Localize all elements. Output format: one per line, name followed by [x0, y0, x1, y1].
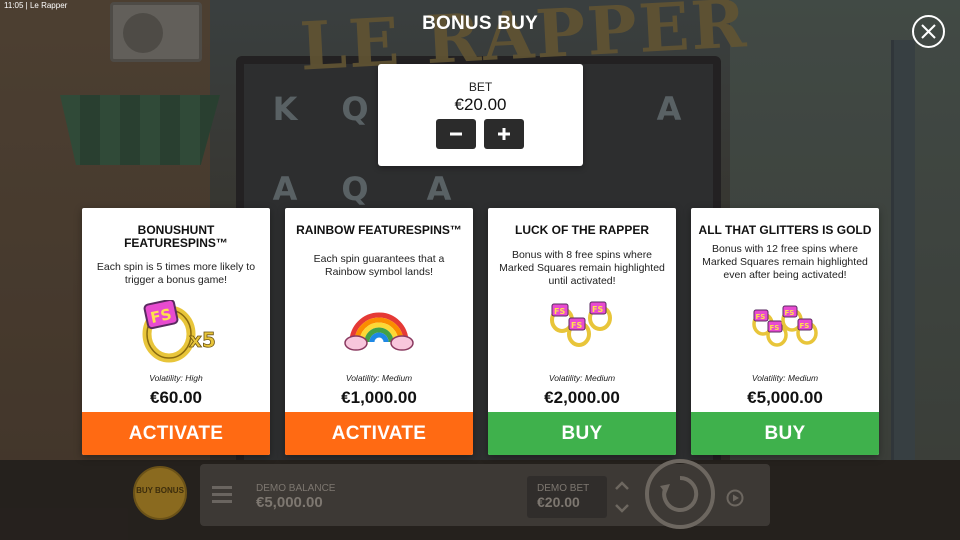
bet-stepper	[436, 119, 524, 149]
card-title: RAINBOW FEATURESPINS™	[296, 223, 462, 237]
buy-all-that-glitters-button[interactable]: BUY	[691, 412, 879, 455]
page-title: BONUS BUY	[422, 13, 538, 34]
demo-bet-value: €20.00	[537, 494, 580, 510]
price-label: €1,000.00	[341, 388, 417, 407]
card-description: Bonus with 8 free spins where Marked Squ…	[499, 249, 665, 287]
increase-bet-button[interactable]	[484, 119, 524, 149]
bet-label: BET	[468, 80, 493, 94]
svg-text:x5: x5	[189, 328, 216, 352]
bonus-card-rainbow: RAINBOW FEATURESPINS™ Each spin guarante…	[285, 208, 473, 455]
demo-balance-value: €5,000.00	[256, 494, 323, 511]
price-label: €2,000.00	[544, 388, 620, 407]
card-description: Bonus with 12 free spins where Marked Sq…	[702, 243, 868, 281]
close-icon	[921, 24, 936, 39]
bonus-card-luck-of-the-rapper: LUCK OF THE RAPPER Bonus with 8 free spi…	[488, 208, 676, 455]
activate-bonushunt-button[interactable]: ACTIVATE	[82, 412, 270, 455]
svg-text:FS: FS	[770, 324, 780, 332]
three-fs-rings-icon: FS FS FS	[488, 300, 676, 370]
card-title: LUCK OF THE RAPPER	[514, 223, 649, 237]
price-label: €5,000.00	[747, 388, 823, 407]
svg-text:FS: FS	[785, 309, 795, 317]
chevron-up-down-icon	[615, 481, 629, 513]
volatility-label: Volatility: Medium	[548, 373, 616, 383]
plus-icon	[498, 128, 510, 140]
demo-bet-selector[interactable]: DEMO BET €20.00	[527, 476, 607, 518]
svg-text:FS: FS	[554, 307, 565, 316]
bet-arrows[interactable]	[612, 478, 632, 516]
volatility-label: Volatility: High	[149, 373, 203, 383]
bet-value: €20.00	[454, 95, 507, 114]
volatility-label: Volatility: Medium	[751, 373, 819, 383]
card-title: ALL THAT GLITTERS IS GOLD	[698, 223, 872, 237]
card-description: Each spin is 5 times more likely to trig…	[96, 261, 256, 286]
buy-luck-of-the-rapper-button[interactable]: BUY	[488, 412, 676, 455]
svg-text:FS: FS	[592, 305, 603, 314]
demo-balance-label: DEMO BALANCE	[256, 483, 336, 494]
bet-panel: BET €20.00	[378, 64, 583, 166]
activate-rainbow-button[interactable]: ACTIVATE	[285, 412, 473, 455]
spin-arrows-icon	[660, 475, 699, 512]
svg-text:FS: FS	[756, 313, 766, 321]
bonus-card-all-that-glitters: ALL THAT GLITTERS IS GOLD Bonus with 12 …	[691, 208, 879, 455]
svg-text:FS: FS	[571, 321, 582, 330]
volatility-label: Volatility: Medium	[345, 373, 413, 383]
price-label: €60.00	[150, 388, 202, 407]
demo-bet-label: DEMO BET	[537, 483, 590, 494]
minus-icon	[450, 132, 462, 136]
menu-icon[interactable]	[212, 486, 232, 504]
spin-button[interactable]	[645, 459, 715, 529]
card-title: BONUSHUNT FEATURESPINS™	[124, 223, 228, 250]
buy-bonus-button[interactable]: BUY BONUS	[133, 466, 187, 520]
status-clock: 11:05 | Le Rapper	[4, 1, 68, 10]
four-fs-rings-icon: FS FS FS FS	[691, 300, 879, 370]
card-description: Each spin guarantees that a Rainbow symb…	[313, 253, 445, 278]
fs-ring-x5-icon: FS x5	[82, 300, 270, 370]
autoplay-icon[interactable]	[725, 488, 745, 508]
decrease-bet-button[interactable]	[436, 119, 476, 149]
close-button[interactable]	[912, 15, 945, 48]
bonus-card-bonushunt: BONUSHUNT FEATURESPINS™ Each spin is 5 t…	[82, 208, 270, 455]
rainbow-icon	[285, 300, 473, 370]
svg-text:FS: FS	[800, 322, 810, 330]
